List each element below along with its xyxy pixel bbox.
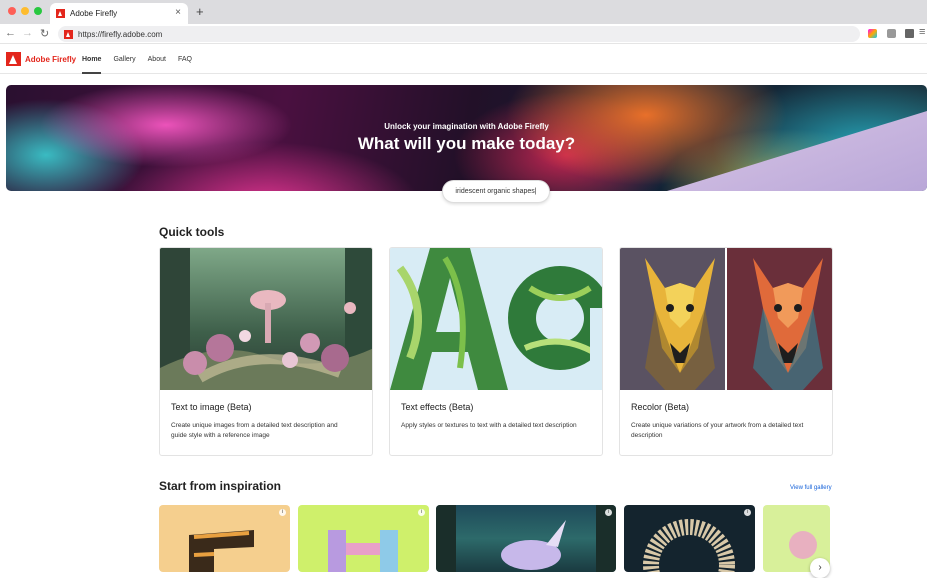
tab-title: Adobe Firefly: [70, 9, 118, 18]
brand-name: Adobe Firefly: [25, 54, 77, 64]
close-tab-icon[interactable]: ×: [175, 7, 181, 18]
info-icon[interactable]: i: [418, 509, 425, 516]
quick-tools-heading: Quick tools: [159, 225, 225, 239]
card-title: Text to image (Beta): [171, 402, 252, 412]
close-window-button[interactable]: [8, 7, 16, 15]
carousel-next-button[interactable]: ›: [810, 558, 830, 578]
view-full-gallery-link[interactable]: View full gallery: [790, 485, 832, 491]
extensions-puzzle-icon[interactable]: [905, 29, 914, 38]
browser-menu-icon[interactable]: ≡: [919, 26, 925, 38]
nav-about[interactable]: About: [148, 45, 166, 74]
back-icon[interactable]: ←: [5, 27, 16, 39]
text-effects-thumbnail: [390, 248, 602, 390]
nav-home[interactable]: Home: [82, 45, 102, 74]
url-text: https://firefly.adobe.com: [78, 29, 163, 39]
extension-z-icon[interactable]: [887, 29, 896, 38]
card-description: Create unique variations of your artwork…: [631, 422, 804, 439]
site-header: Adobe Firefly Home Gallery About FAQ: [0, 45, 927, 74]
new-tab-button[interactable]: +: [196, 4, 204, 19]
maximize-window-button[interactable]: [34, 7, 42, 15]
inspiration-thumbnail[interactable]: i: [159, 505, 290, 572]
inspiration-thumbnail[interactable]: i: [624, 505, 755, 572]
main-nav: Home Gallery About FAQ: [82, 45, 192, 74]
reload-icon[interactable]: ↻: [40, 27, 49, 40]
recolor-thumbnail: [620, 248, 832, 390]
site-favicon-icon: [64, 29, 73, 39]
nav-faq[interactable]: FAQ: [178, 45, 192, 74]
url-field[interactable]: https://firefly.adobe.com: [58, 26, 860, 42]
hero-banner: Unlock your imagination with Adobe Firef…: [6, 85, 927, 191]
card-description: Create unique images from a detailed tex…: [171, 422, 338, 439]
minimize-window-button[interactable]: [21, 7, 29, 15]
info-icon[interactable]: i: [605, 509, 612, 516]
window-controls: [8, 7, 42, 15]
text-to-image-thumbnail: [160, 248, 372, 390]
hero-subtitle: Unlock your imagination with Adobe Firef…: [384, 122, 549, 131]
hero-title: What will you make today?: [357, 134, 576, 153]
inspiration-thumbnail[interactable]: i: [298, 505, 429, 572]
card-title: Text effects (Beta): [401, 402, 474, 412]
address-bar: ← → ↻ https://firefly.adobe.com ≡: [0, 24, 927, 44]
card-recolor[interactable]: Recolor (Beta) Create unique variations …: [619, 247, 833, 456]
card-title: Recolor (Beta): [631, 402, 690, 412]
adobe-favicon-icon: [56, 9, 65, 18]
adobe-logo-icon: [6, 52, 21, 66]
inspiration-thumbnail[interactable]: i: [436, 505, 616, 572]
forward-icon[interactable]: →: [22, 27, 33, 39]
nav-gallery[interactable]: Gallery: [113, 45, 135, 74]
card-text-effects[interactable]: Text effects (Beta) Apply styles or text…: [389, 247, 603, 456]
info-icon[interactable]: i: [744, 509, 751, 516]
card-description: Apply styles or textures to text with a …: [401, 422, 577, 429]
extension-icon[interactable]: [868, 29, 877, 38]
adobe-firefly-logo[interactable]: Adobe Firefly: [6, 52, 76, 66]
info-icon[interactable]: i: [279, 509, 286, 516]
inspiration-heading: Start from inspiration: [159, 479, 282, 493]
prompt-input[interactable]: iridescent organic shapes|: [442, 180, 550, 203]
card-text-to-image[interactable]: Text to image (Beta) Create unique image…: [159, 247, 373, 456]
browser-tab-bar: Adobe Firefly × +: [0, 0, 927, 24]
browser-tab[interactable]: Adobe Firefly ×: [50, 3, 188, 24]
